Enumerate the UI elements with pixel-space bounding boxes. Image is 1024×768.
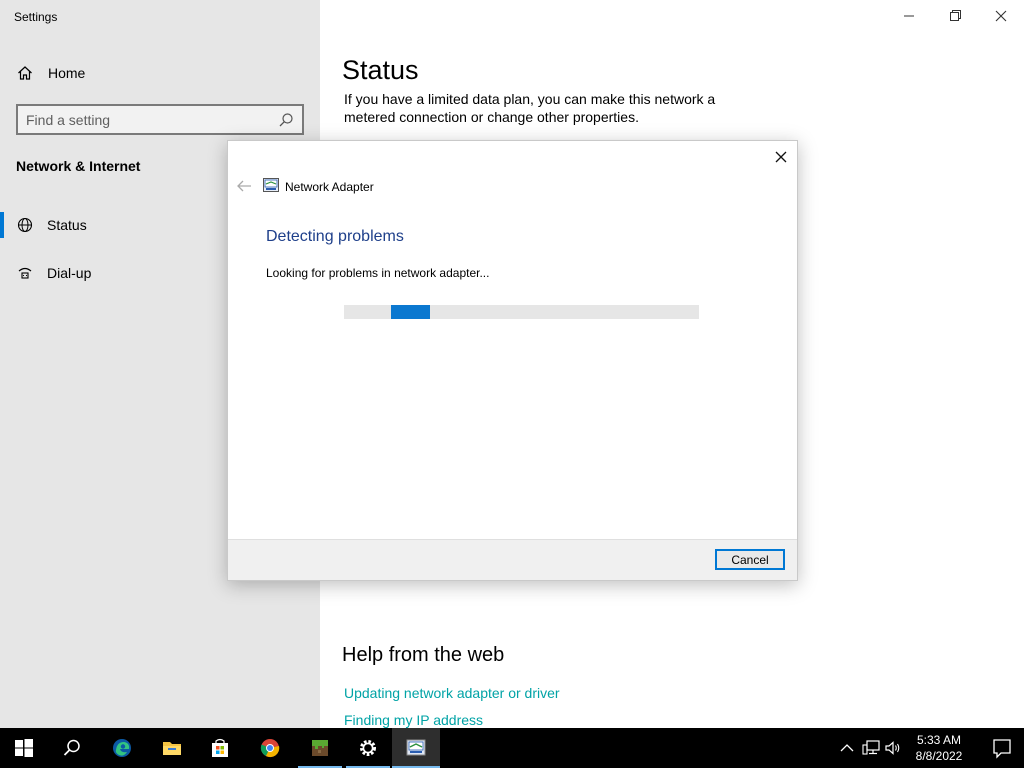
troubleshooter-dialog: Network Adapter Detecting problems Looki… [227,140,798,581]
sidebar-item-home[interactable]: Home [0,56,320,90]
file-explorer-icon [163,742,181,755]
taskbar-settings[interactable] [344,728,392,768]
search-icon [63,739,80,756]
troubleshooter-icon [406,739,426,756]
minecraft-icon [312,740,328,756]
chrome-icon [260,739,280,758]
taskbar: 5:33 AM 8/8/2022 [0,728,1024,768]
progress-indicator [391,305,430,319]
network-adapter-icon [263,178,279,192]
back-arrow-icon[interactable] [236,179,252,193]
help-title: Help from the web [342,644,505,666]
dialog-heading: Detecting problems [266,228,404,245]
dialup-icon [17,265,33,281]
globe-icon [17,217,33,233]
clock-date: 8/8/2022 [915,749,963,763]
home-icon [17,65,33,81]
dialog-footer: Cancel [228,539,797,580]
network-icon[interactable] [862,739,880,757]
help-link-find-ip[interactable]: Finding my IP address [344,712,483,728]
taskbar-edge[interactable] [98,728,146,768]
clock-time: 5:33 AM [916,733,962,747]
search-icon[interactable] [278,112,294,128]
app-title: Settings [14,10,58,24]
sidebar-item-label: Dial-up [47,265,92,281]
store-icon [212,738,228,757]
taskbar-search-button[interactable] [48,728,96,768]
sidebar-item-label: Home [48,65,86,81]
edge-icon [113,739,131,757]
restore-icon[interactable] [943,6,967,26]
search-input[interactable] [26,110,276,130]
taskbar-troubleshooter[interactable] [392,728,440,768]
settings-icon [360,740,376,756]
search-box[interactable] [16,104,304,135]
taskbar-minecraft[interactable] [296,728,344,768]
cancel-button[interactable]: Cancel [715,549,785,570]
section-title: Network & Internet [16,158,141,174]
start-button[interactable] [0,728,48,768]
help-link-update-driver[interactable]: Updating network adapter or driver [344,685,560,701]
dialog-app-title: Network Adapter [285,180,374,194]
dialog-close-icon[interactable] [771,147,791,167]
show-hidden-icons-icon[interactable] [838,739,856,757]
notification-icon [993,739,1011,759]
taskbar-chrome[interactable] [246,728,294,768]
minimize-icon[interactable] [897,6,921,26]
dialog-status-text: Looking for problems in network adapter.… [266,266,490,280]
close-icon[interactable] [989,6,1013,26]
taskbar-file-explorer[interactable] [148,728,196,768]
sidebar-item-label: Status [47,217,87,233]
start-icon [15,739,33,757]
notifications-button[interactable] [980,728,1024,768]
volume-icon[interactable] [884,739,902,757]
page-description: If you have a limited data plan, you can… [344,91,716,125]
taskbar-store[interactable] [196,728,244,768]
page-title: Status [342,55,419,85]
progress-bar [344,305,699,319]
taskbar-clock[interactable]: 5:33 AM 8/8/2022 [906,732,972,764]
